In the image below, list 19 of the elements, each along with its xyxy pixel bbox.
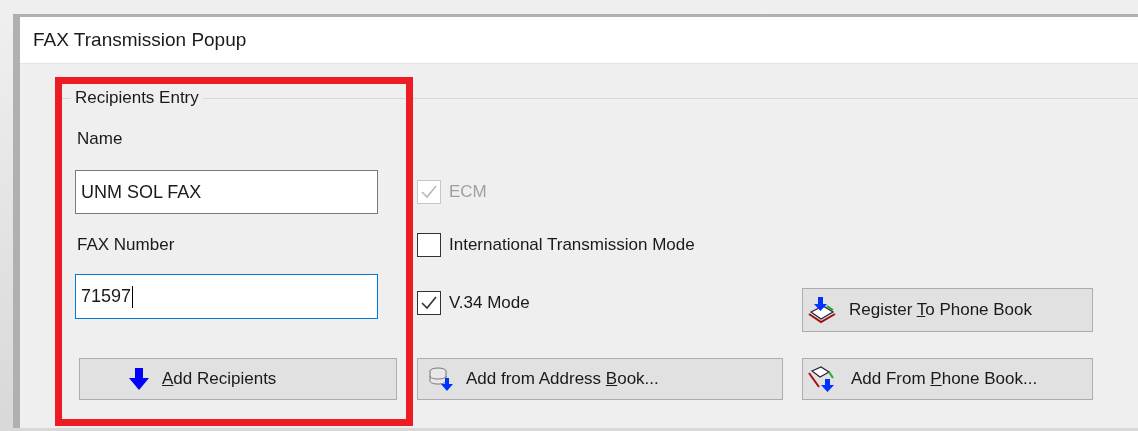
database-arrow-icon [428,366,454,392]
add-recipients-button[interactable]: Add Recipients [79,358,397,400]
checkbox-label[interactable]: International Transmission Mode [449,235,695,255]
field-label: Name [77,129,124,149]
arrow-down-icon [128,367,150,391]
book-arrow-icon [807,296,837,324]
window-title: FAX Transmission Popup [33,29,247,51]
group-title: Recipients Entry [74,88,200,108]
checkmark-icon [420,183,438,201]
input-field[interactable]: 71597 [75,274,378,319]
checkbox-label[interactable]: V.34 Mode [449,293,530,313]
phone-book-button[interactable]: Add From Phone Book... [802,358,1093,400]
address-book-button[interactable]: Add from Address Book... [417,358,783,400]
checkmark-icon [420,294,438,312]
checkbox[interactable] [417,291,441,315]
checkbox[interactable] [417,233,441,257]
field-label: FAX Number [77,235,176,255]
register-button[interactable]: Register To Phone Book [802,288,1093,332]
input-field[interactable]: UNM SOL FAX [75,170,378,214]
